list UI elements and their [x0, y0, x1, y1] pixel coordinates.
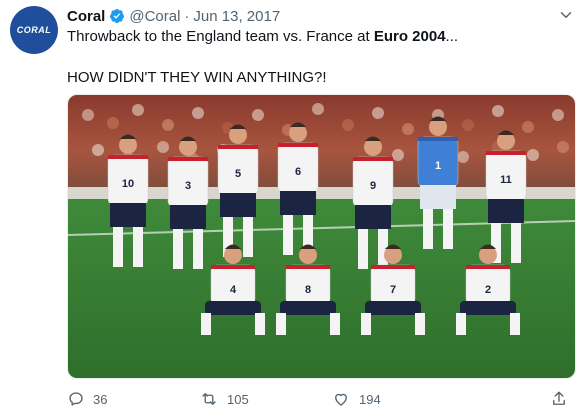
tweet-text-plain: Throwback to the England team vs. France… [67, 28, 374, 45]
reply-count: 36 [93, 391, 108, 407]
retweet-button[interactable]: 105 [199, 390, 331, 408]
reply-icon [69, 392, 83, 406]
reply-button[interactable]: 36 [67, 390, 199, 408]
like-button[interactable]: 194 [331, 390, 481, 408]
shirt-number: 6 [295, 166, 301, 178]
shirt-number: 9 [370, 180, 376, 192]
avatar-logo-text: CORAL [16, 25, 52, 35]
tweet-header: Coral @Coral · Jun 13, 2017 [67, 6, 575, 26]
share-button[interactable] [550, 390, 568, 408]
author-handle[interactable]: @Coral [129, 8, 180, 25]
separator-dot: · [184, 7, 190, 25]
shirt-number: 4 [230, 284, 237, 296]
verified-badge-icon [109, 8, 125, 24]
like-count: 194 [359, 391, 381, 407]
shirt-number: 8 [305, 284, 311, 296]
retweet-icon [202, 393, 216, 405]
tweet-text-ellipsis: ... [445, 28, 459, 45]
shirt-number: 3 [185, 180, 191, 192]
tweet-text-bold: Euro 2004 [373, 28, 446, 45]
share-icon [553, 391, 565, 405]
tweet-text-line1: Throwback to the England team vs. France… [67, 27, 458, 47]
team-photo-illustration: 10 35 69111 4872 [68, 95, 575, 378]
chevron-down-icon[interactable] [557, 6, 575, 28]
heart-icon [335, 393, 347, 406]
shirt-number: 10 [122, 178, 134, 190]
tweet-actions: 36 105 194 [67, 388, 576, 410]
avatar[interactable]: CORAL [10, 6, 58, 54]
shirt-number: 2 [485, 284, 491, 296]
shirt-number: 7 [390, 284, 396, 296]
shirt-number: 5 [235, 168, 241, 180]
shirt-number: 1 [435, 160, 441, 172]
tweet-photo[interactable]: 10 3 5 6 9 1 11 4872 [67, 94, 576, 379]
tweet-date[interactable]: Jun 13, 2017 [193, 8, 280, 25]
retweet-count: 105 [227, 391, 249, 407]
tweet-text-line2: HOW DIDN'T THEY WIN ANYTHING?! [67, 69, 327, 86]
shirt-number: 11 [500, 174, 512, 186]
author-name[interactable]: Coral [67, 8, 105, 25]
